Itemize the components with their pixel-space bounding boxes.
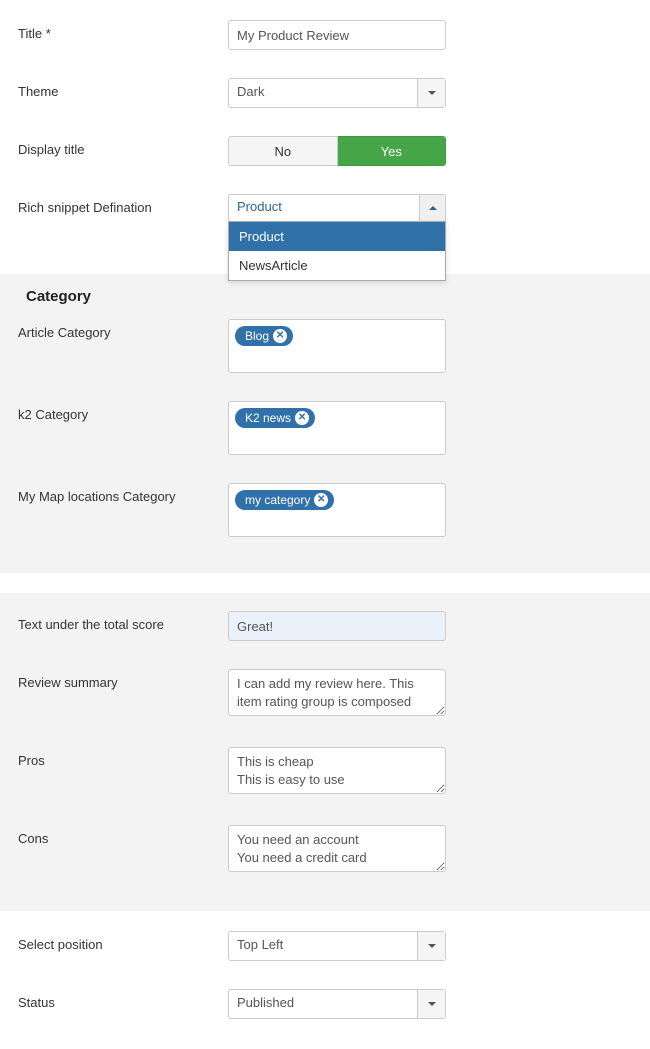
status-select[interactable]: Published (228, 989, 446, 1019)
cons-textarea[interactable] (228, 825, 446, 872)
status-value: Published (229, 990, 417, 1018)
article-category-tag[interactable]: Blog ✕ (235, 326, 293, 346)
tag-label: Blog (245, 328, 269, 344)
chevron-down-icon (417, 932, 445, 960)
theme-select[interactable]: Dark (228, 78, 446, 108)
cons-label: Cons (18, 825, 228, 846)
category-section: Category Article Category Blog ✕ k2 Cate… (0, 274, 650, 573)
tag-label: K2 news (245, 410, 291, 426)
select-position-value: Top Left (229, 932, 417, 960)
chevron-up-icon (419, 195, 445, 221)
rich-snippet-options: Product NewsArticle (228, 221, 446, 281)
status-label: Status (18, 989, 228, 1010)
rich-snippet-option-newsarticle[interactable]: NewsArticle (229, 251, 445, 280)
title-input[interactable] (228, 20, 446, 50)
chevron-down-icon (417, 79, 445, 107)
chevron-down-icon (417, 990, 445, 1018)
tag-label: my category (245, 492, 310, 508)
k2-category-label: k2 Category (18, 401, 228, 422)
rich-snippet-label: Rich snippet Defination (18, 194, 228, 215)
rich-snippet-option-product[interactable]: Product (229, 222, 445, 251)
display-title-yes-button[interactable]: Yes (338, 136, 447, 166)
remove-tag-icon[interactable]: ✕ (295, 411, 309, 425)
title-label: Title * (18, 20, 228, 41)
review-summary-label: Review summary (18, 669, 228, 690)
select-position-label: Select position (18, 931, 228, 952)
review-summary-textarea[interactable] (228, 669, 446, 716)
remove-tag-icon[interactable]: ✕ (314, 493, 328, 507)
pros-textarea[interactable] (228, 747, 446, 794)
map-category-label: My Map locations Category (18, 483, 228, 504)
rich-snippet-select[interactable]: Product (228, 194, 446, 222)
map-category-tag[interactable]: my category ✕ (235, 490, 334, 510)
rich-snippet-value: Product (229, 195, 419, 221)
display-title-no-button[interactable]: No (228, 136, 338, 166)
article-category-label: Article Category (18, 319, 228, 340)
select-position-select[interactable]: Top Left (228, 931, 446, 961)
score-text-label: Text under the total score (18, 611, 228, 632)
remove-tag-icon[interactable]: ✕ (273, 329, 287, 343)
map-category-input[interactable]: my category ✕ (228, 483, 446, 537)
review-section: Text under the total score Review summar… (0, 593, 650, 911)
theme-value: Dark (229, 79, 417, 107)
k2-category-input[interactable]: K2 news ✕ (228, 401, 446, 455)
display-title-label: Display title (18, 136, 228, 157)
pros-label: Pros (18, 747, 228, 768)
display-title-toggle: No Yes (228, 136, 446, 166)
article-category-input[interactable]: Blog ✕ (228, 319, 446, 373)
score-text-input[interactable] (228, 611, 446, 641)
theme-label: Theme (18, 78, 228, 99)
k2-category-tag[interactable]: K2 news ✕ (235, 408, 315, 428)
